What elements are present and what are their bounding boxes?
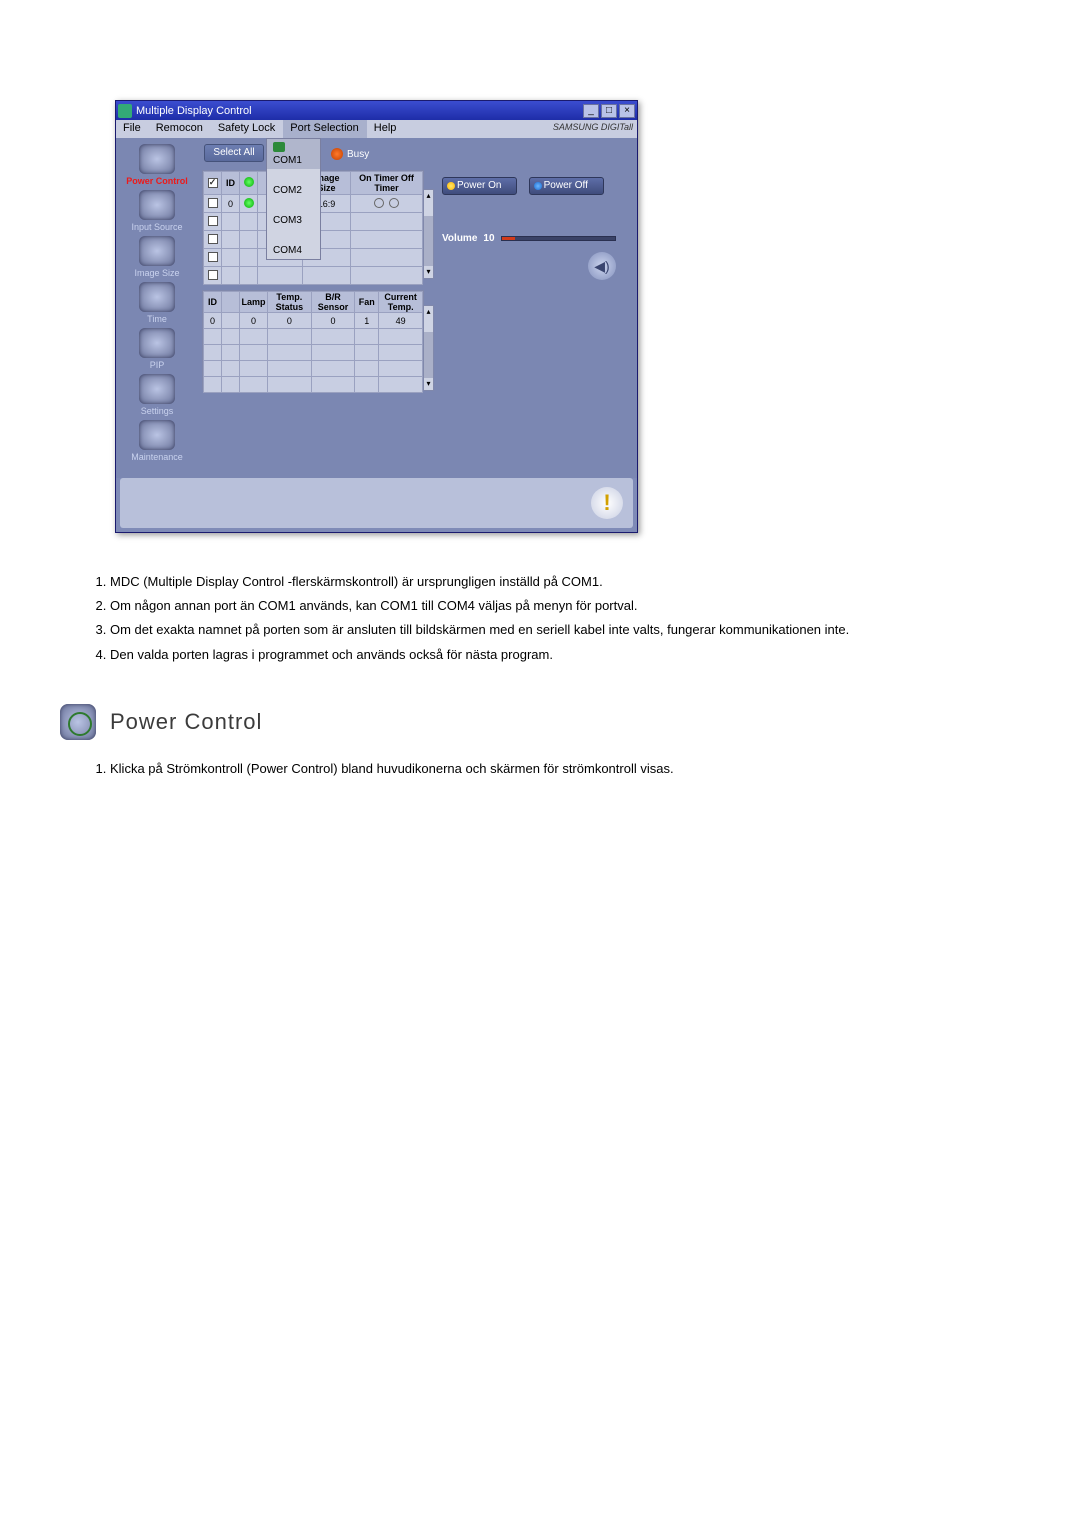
document-page: Multiple Display Control _ □ × File Remo… (0, 0, 1080, 878)
list-item: Om någon annan port än COM1 används, kan… (110, 597, 1020, 615)
volume-value: 10 (483, 233, 494, 244)
minimize-button[interactable]: _ (583, 104, 599, 118)
sidebar-item-image-size[interactable]: Image Size (120, 236, 194, 278)
menu-bar: File Remocon Safety Lock Port Selection … (116, 120, 637, 138)
volume-label: Volume (442, 233, 477, 244)
port-selection-dropdown: COM1 COM2 COM3 COM4 (266, 138, 321, 260)
app-screenshot: Multiple Display Control _ □ × File Remo… (115, 100, 1020, 533)
status-grid-scrollbar[interactable]: ▴ ▾ (423, 305, 434, 391)
speaker-icon[interactable]: ◀) (588, 252, 616, 280)
section-header: Power Control (60, 704, 1020, 740)
port-option-com2[interactable]: COM2 (267, 169, 320, 199)
select-all-button[interactable]: Select All (204, 144, 264, 162)
col-id: ID (222, 172, 240, 195)
menu-file[interactable]: File (116, 120, 149, 138)
scroll-up-icon[interactable]: ▴ (424, 306, 433, 318)
instruction-list-1: MDC (Multiple Display Control -flerskärm… (90, 573, 1020, 664)
menu-port-selection[interactable]: Port Selection (283, 120, 366, 138)
status-row[interactable]: 0 0 0 0 1 49 (204, 313, 423, 329)
close-button[interactable]: × (619, 104, 635, 118)
power-volume-panel: Power On Power Off Volume 10 ◀) (438, 176, 616, 306)
port-option-com3[interactable]: COM3 (267, 199, 320, 229)
col-lamp (240, 172, 258, 195)
checkbox-icon[interactable] (208, 178, 218, 188)
sidebar-item-maintenance[interactable]: Maintenance (120, 420, 194, 462)
window-title: Multiple Display Control (136, 105, 581, 117)
power-icon (139, 144, 175, 174)
maintenance-icon (139, 420, 175, 450)
scroll-down-icon[interactable]: ▾ (424, 378, 433, 390)
col-check[interactable] (204, 172, 222, 195)
app-window: Multiple Display Control _ □ × File Remo… (115, 100, 638, 533)
menu-safety-lock[interactable]: Safety Lock (211, 120, 283, 138)
scroll-up-icon[interactable]: ▴ (424, 190, 433, 202)
port-option-com4[interactable]: COM4 (267, 229, 320, 259)
content-area: Select All Busy (198, 138, 637, 478)
lamp-header-icon (244, 177, 254, 187)
list-item: MDC (Multiple Display Control -flerskärm… (110, 573, 1020, 591)
busy-dot-icon (331, 148, 343, 160)
volume-control: Volume 10 (438, 233, 616, 244)
maximize-button[interactable]: □ (601, 104, 617, 118)
time-icon (139, 282, 175, 312)
timer-off-icon-2 (389, 198, 399, 208)
sidebar: Power Control Input Source Image Size Ti… (116, 138, 198, 478)
status-strip: ! (120, 478, 633, 528)
app-icon (118, 104, 132, 118)
menu-help[interactable]: Help (367, 120, 405, 138)
pip-icon (139, 328, 175, 358)
sidebar-item-input-source[interactable]: Input Source (120, 190, 194, 232)
menu-remocon[interactable]: Remocon (149, 120, 211, 138)
scroll-down-icon[interactable]: ▾ (424, 266, 433, 278)
section-title: Power Control (110, 709, 262, 735)
status-header-row: ID Lamp Temp. Status B/R Sensor Fan Curr… (204, 292, 423, 313)
instruction-list-2: Klicka på Strömkontroll (Power Control) … (90, 760, 1020, 778)
col-timer: On Timer Off Timer (351, 172, 423, 195)
lamp-on-icon (244, 198, 254, 208)
sidebar-item-power-control[interactable]: Power Control (120, 144, 194, 186)
app-body: Power Control Input Source Image Size Ti… (116, 138, 637, 478)
scroll-thumb[interactable] (424, 202, 433, 216)
power-on-button[interactable]: Power On (442, 177, 517, 195)
grid-scrollbar[interactable]: ▴ ▾ (423, 189, 434, 279)
row-checkbox[interactable] (208, 198, 218, 208)
alert-icon: ! (591, 487, 623, 519)
power-off-button[interactable]: Power Off (529, 177, 604, 195)
busy-indicator: Busy (331, 148, 369, 160)
scroll-thumb[interactable] (424, 318, 433, 332)
status-grid: ID Lamp Temp. Status B/R Sensor Fan Curr… (202, 290, 424, 390)
image-size-icon (139, 236, 175, 266)
timer-off-icon (374, 198, 384, 208)
check-icon (273, 142, 285, 152)
sidebar-item-time[interactable]: Time (120, 282, 194, 324)
list-item: Om det exakta namnet på porten som är an… (110, 621, 1020, 639)
sidebar-item-pip[interactable]: PIP (120, 328, 194, 370)
window-titlebar: Multiple Display Control _ □ × (116, 101, 637, 120)
input-icon (139, 190, 175, 220)
brand-label: SAMSUNG DIGITall (553, 122, 633, 132)
sidebar-item-settings[interactable]: Settings (120, 374, 194, 416)
port-option-com1[interactable]: COM1 (267, 139, 320, 169)
settings-icon (139, 374, 175, 404)
volume-slider[interactable] (501, 236, 616, 241)
list-item: Den valda porten lagras i programmet och… (110, 646, 1020, 664)
power-control-section-icon (60, 704, 96, 740)
list-item: Klicka på Strömkontroll (Power Control) … (110, 760, 1020, 778)
